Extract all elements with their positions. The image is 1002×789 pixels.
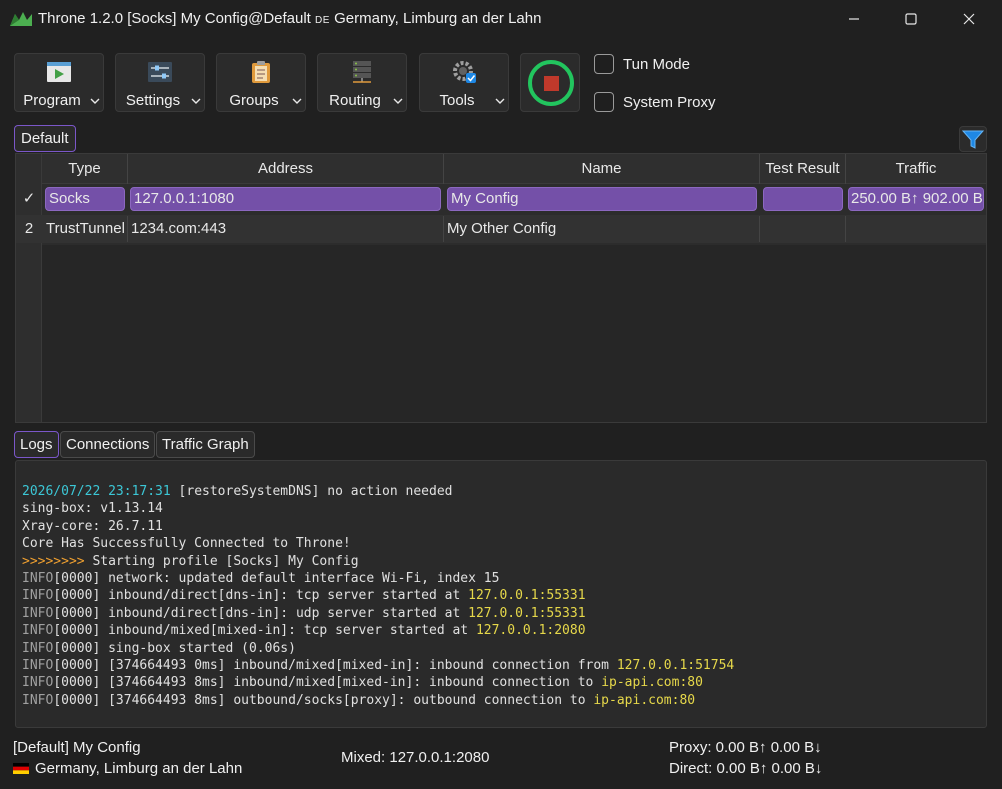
- status-mixed-port: Mixed: 127.0.0.1:2080: [341, 749, 490, 766]
- log-line: Core Has Successfully Connected to Thron…: [22, 536, 351, 552]
- row-selected-marker: ✓: [22, 190, 36, 207]
- system-proxy-toggle[interactable]: System Proxy: [594, 92, 716, 112]
- routing-label: Routing: [329, 92, 381, 109]
- cell-type[interactable]: Socks: [45, 187, 125, 211]
- stop-icon: [544, 76, 559, 91]
- groups-label: Groups: [229, 92, 279, 109]
- log-line: >>>>>>>> Starting profile [Socks] My Con…: [22, 553, 359, 569]
- log-line: INFO[0000] sing-box started (0.06s): [22, 640, 296, 656]
- tools-icon: [453, 61, 476, 83]
- log-line: Xray-core: 26.7.11: [22, 518, 163, 534]
- germany-flag-icon: [13, 763, 29, 774]
- chevron-down-icon: [90, 98, 100, 104]
- log-line: INFO[0000] inbound/mixed[mixed-in]: tcp …: [22, 623, 586, 639]
- maximize-icon: [905, 13, 917, 25]
- log-output[interactable]: 2026/07/22 23:17:31 [restoreSystemDNS] n…: [15, 460, 987, 728]
- filter-icon: [961, 130, 985, 149]
- minimize-icon: [849, 18, 859, 20]
- title-bar: Throne 1.2.0 [Socks] My Config@Default D…: [0, 0, 1002, 38]
- table-empty-area[interactable]: [42, 245, 986, 422]
- log-line: INFO[0000] inbound/direct[dns-in]: tcp s…: [22, 588, 586, 604]
- column-header-traffic[interactable]: Traffic: [846, 154, 986, 184]
- chevron-down-icon: [191, 98, 201, 104]
- program-label: Program: [23, 92, 81, 109]
- routing-button[interactable]: Routing: [317, 53, 407, 112]
- log-line: INFO[0000] [374664493 8ms] inbound/mixed…: [22, 675, 703, 691]
- chevron-down-icon: [292, 98, 302, 104]
- cell-test-result[interactable]: [763, 187, 843, 211]
- chevron-down-icon: [393, 98, 403, 104]
- table-header: Type Address Name Test Result Traffic: [42, 154, 986, 184]
- window-title: Throne 1.2.0 [Socks] My Config@Default D…: [38, 10, 542, 27]
- routing-icon: [353, 61, 371, 83]
- column-header-address[interactable]: Address: [128, 154, 444, 184]
- log-line: INFO[0000] network: updated default inte…: [22, 571, 500, 587]
- groups-icon: [252, 61, 270, 83]
- cell-address[interactable]: 127.0.0.1:1080: [130, 187, 441, 211]
- tab-logs[interactable]: Logs: [14, 431, 59, 458]
- log-line: INFO[0000] [374664493 0ms] inbound/mixed…: [22, 658, 735, 674]
- status-profile: [Default] My Config: [13, 739, 141, 756]
- cell-traffic[interactable]: [846, 216, 986, 242]
- chevron-down-icon: [495, 98, 505, 104]
- status-location: Germany, Limburg an der Lahn: [13, 760, 242, 777]
- log-line: 2026/07/22 23:17:31 [restoreSystemDNS] n…: [22, 484, 453, 499]
- table-row[interactable]: 2 TrustTunnel 1234.com:443 My Other Conf…: [16, 215, 986, 243]
- tab-connections[interactable]: Connections: [60, 431, 156, 458]
- log-line: INFO[0000] [374664493 8ms] outbound/sock…: [22, 692, 696, 708]
- program-icon: [47, 62, 71, 82]
- start-stop-button[interactable]: [520, 53, 580, 112]
- tun-mode-checkbox[interactable]: [594, 54, 614, 74]
- system-proxy-checkbox[interactable]: [594, 92, 614, 112]
- profile-table: Type Address Name Test Result Traffic ✓ …: [15, 153, 987, 423]
- tun-mode-label: Tun Mode: [623, 55, 690, 73]
- app-logo-icon: [10, 12, 32, 26]
- tab-traffic-graph[interactable]: Traffic Graph: [156, 431, 255, 458]
- tun-mode-toggle[interactable]: Tun Mode: [594, 54, 690, 74]
- settings-icon: [148, 62, 172, 82]
- minimize-button[interactable]: [831, 0, 877, 38]
- cell-name[interactable]: My Other Config: [444, 216, 760, 242]
- log-line: INFO[0000] inbound/direct[dns-in]: udp s…: [22, 605, 586, 621]
- settings-button[interactable]: Settings: [115, 53, 205, 112]
- close-icon: [963, 13, 975, 25]
- cell-name[interactable]: My Config: [447, 187, 757, 211]
- groups-button[interactable]: Groups: [216, 53, 306, 112]
- maximize-button[interactable]: [888, 0, 934, 38]
- cell-type[interactable]: TrustTunnel: [43, 216, 128, 242]
- column-header-type[interactable]: Type: [42, 154, 128, 184]
- tools-label: Tools: [439, 92, 475, 109]
- column-header-name[interactable]: Name: [444, 154, 760, 184]
- group-tab-default[interactable]: Default: [14, 125, 76, 152]
- filter-button[interactable]: [959, 126, 987, 152]
- cell-traffic[interactable]: 250.00 B↑ 902.00 B↓: [848, 187, 984, 211]
- column-header-test-result[interactable]: Test Result: [760, 154, 846, 184]
- settings-label: Settings: [125, 92, 181, 109]
- status-proxy-traffic: Proxy: 0.00 B↑ 0.00 B↓: [669, 739, 822, 756]
- system-proxy-label: System Proxy: [623, 93, 716, 111]
- program-button[interactable]: Program: [14, 53, 104, 112]
- tools-button[interactable]: Tools: [419, 53, 509, 112]
- running-indicator: [528, 60, 574, 106]
- log-line: sing-box: v1.13.14: [22, 501, 163, 517]
- table-row[interactable]: ✓ Socks 127.0.0.1:1080 My Config 250.00 …: [16, 185, 986, 213]
- close-button[interactable]: [946, 0, 992, 38]
- row-number: 2: [24, 220, 34, 237]
- cell-address[interactable]: 1234.com:443: [128, 216, 444, 242]
- status-direct-traffic: Direct: 0.00 B↑ 0.00 B↓: [669, 760, 823, 777]
- cell-test-result[interactable]: [760, 216, 846, 242]
- country-code: DE: [315, 15, 330, 26]
